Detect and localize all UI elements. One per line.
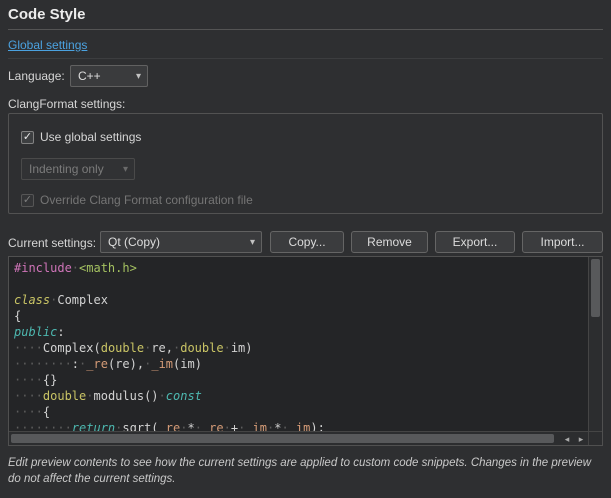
code-line: ····{}: [14, 372, 588, 388]
language-label: Language:: [8, 69, 65, 83]
copy-button[interactable]: Copy...: [270, 231, 344, 253]
code-line: class·Complex: [14, 292, 588, 308]
language-value: C++: [78, 69, 101, 83]
clangformat-section-label: ClangFormat settings:: [8, 97, 125, 111]
code-style-settings-page: Code Style Global settings Language: C++…: [0, 0, 611, 498]
scroll-right-icon[interactable]: ▸: [574, 432, 588, 446]
export-button[interactable]: Export...: [435, 231, 515, 253]
indenting-mode-value: Indenting only: [29, 162, 104, 176]
code-line: ····Complex(double·re,·double·im): [14, 340, 588, 356]
code-line: ····double·modulus()·const: [14, 388, 588, 404]
code-line: [14, 276, 588, 292]
override-clang-format-checkbox: ✓ Override Clang Format configuration fi…: [21, 192, 253, 208]
check-icon: ✓: [21, 131, 34, 144]
use-global-settings-label: Use global settings: [40, 130, 141, 144]
vertical-scrollbar[interactable]: [588, 257, 602, 431]
code-line: ········return·sqrt(_re·*·_re·+·_im·*·_i…: [14, 420, 588, 431]
check-icon: ✓: [21, 194, 34, 207]
code-line: ····{: [14, 404, 588, 420]
language-select[interactable]: C++ ▾: [70, 65, 148, 87]
code-line: #include·<math.h>: [14, 260, 588, 276]
horizontal-scrollbar-thumb[interactable]: [11, 434, 554, 443]
title-divider: [8, 29, 603, 30]
vertical-scrollbar-thumb[interactable]: [591, 259, 600, 317]
footer-note: Edit preview contents to see how the cur…: [8, 455, 604, 487]
code-line: {: [14, 308, 588, 324]
chevron-down-icon: ▾: [250, 237, 255, 248]
horizontal-scrollbar[interactable]: ◂ ▸: [9, 431, 588, 445]
indenting-mode-select: Indenting only ▾: [21, 158, 135, 180]
remove-button[interactable]: Remove: [351, 231, 428, 253]
scroll-left-icon[interactable]: ◂: [560, 432, 574, 446]
current-settings-label: Current settings:: [8, 236, 96, 250]
section-divider: [8, 58, 603, 59]
current-settings-select[interactable]: Qt (Copy) ▾: [100, 231, 262, 253]
global-settings-link[interactable]: Global settings: [8, 38, 87, 52]
import-button[interactable]: Import...: [522, 231, 603, 253]
scrollbar-corner: [588, 431, 602, 445]
chevron-down-icon: ▾: [123, 164, 128, 175]
clangformat-groupbox: ✓ Use global settings Indenting only ▾ ✓…: [8, 113, 603, 214]
page-title: Code Style: [8, 6, 86, 23]
code-lines[interactable]: #include·<math.h> class·Complex{public:·…: [9, 257, 588, 431]
chevron-down-icon: ▾: [136, 71, 141, 82]
current-settings-value: Qt (Copy): [108, 235, 160, 249]
code-preview-editor[interactable]: #include·<math.h> class·Complex{public:·…: [8, 256, 603, 446]
use-global-settings-checkbox[interactable]: ✓ Use global settings: [21, 129, 141, 145]
override-clang-format-label: Override Clang Format configuration file: [40, 193, 253, 207]
code-line: ········:·_re(re),·_im(im): [14, 356, 588, 372]
code-line: public:: [14, 324, 588, 340]
